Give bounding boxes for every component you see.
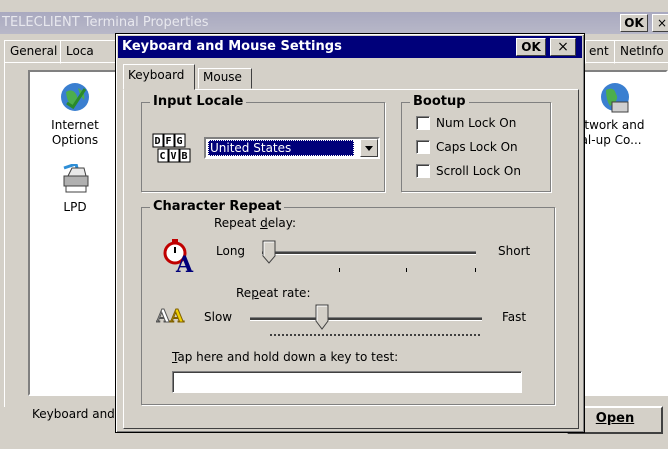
- bootup-label: Bootup: [410, 94, 469, 109]
- svg-text:C: C: [160, 151, 166, 162]
- scroll-lock-checkbox-box[interactable]: [416, 164, 430, 178]
- internet-options-label-2: Options: [51, 133, 99, 147]
- dialog-close-button[interactable]: ×: [550, 38, 576, 56]
- background-window-title: TELECLIENT Terminal Properties: [2, 15, 209, 30]
- repeat-rate-track[interactable]: [250, 317, 482, 321]
- svg-text:A: A: [169, 306, 185, 326]
- num-lock-label: Num Lock On: [436, 116, 517, 130]
- delay-tick: [406, 268, 407, 272]
- repeat-rate-label-post: eat rate:: [258, 286, 311, 300]
- test-label-rest: ap here and hold down a key to test:: [177, 350, 399, 364]
- repeat-delay-label: Repeat delay:: [214, 216, 296, 230]
- caps-lock-checkbox[interactable]: Caps Lock On: [416, 140, 518, 154]
- tab-netinfo[interactable]: NetInfo: [614, 40, 668, 64]
- keyboard-keys-icon: D F G C V B: [152, 133, 191, 163]
- svg-text:G: G: [177, 136, 183, 147]
- lpd-item[interactable]: LPD: [50, 164, 100, 215]
- network-globe-icon: [601, 83, 629, 113]
- svg-text:A: A: [156, 306, 171, 326]
- background-titlebar[interactable]: TELECLIENT Terminal Properties: [0, 12, 668, 34]
- test-field-label: Tap here and hold down a key to test:: [172, 350, 398, 364]
- character-repeat-label: Character Repeat: [150, 199, 285, 214]
- num-lock-checkbox[interactable]: Num Lock On: [416, 116, 516, 130]
- tab-mouse[interactable]: Mouse: [198, 68, 252, 89]
- background-status-text: Keyboard and: [32, 407, 115, 421]
- printer-icon: [63, 164, 89, 193]
- svg-text:V: V: [171, 151, 177, 162]
- scroll-lock-checkbox[interactable]: Scroll Lock On: [416, 164, 521, 178]
- font-aa-icon: A A: [156, 306, 186, 327]
- tab-keyboard[interactable]: Keyboard: [123, 64, 195, 90]
- caps-lock-checkbox-box[interactable]: [416, 140, 430, 154]
- open-button-label: Open: [595, 411, 635, 426]
- repeat-delay-label-pre: Repeat: [214, 216, 261, 230]
- delay-tick: [339, 268, 340, 272]
- repeat-rate-label-u: p: [251, 286, 259, 300]
- repeat-rate-max-label: Fast: [502, 310, 527, 324]
- tab-general[interactable]: General: [4, 40, 64, 64]
- internet-options-label-1: Internet: [51, 118, 99, 132]
- dialog-titlebar[interactable]: Keyboard and Mouse Settings OK ×: [118, 36, 582, 58]
- input-locale-group: Input Locale D F G C V B United States: [141, 94, 385, 192]
- repeat-delay-slider-thumb[interactable]: [262, 240, 276, 264]
- tab-local[interactable]: Loca: [60, 40, 120, 64]
- character-repeat-group: Character Repeat A Repeat delay: Long Sh…: [141, 199, 555, 405]
- lpd-label: LPD: [63, 200, 87, 214]
- input-locale-value: United States: [208, 140, 354, 156]
- internet-options-icon: [61, 83, 89, 111]
- repeat-rate-label: Repeat rate:: [236, 286, 311, 300]
- stopwatch-icon: A: [163, 239, 194, 274]
- repeat-rate-ticks: [270, 334, 480, 336]
- num-lock-checkbox-box[interactable]: [416, 116, 430, 130]
- svg-text:D: D: [155, 136, 161, 147]
- bootup-group: Bootup Num Lock On Caps Lock On Scroll L…: [401, 94, 551, 192]
- repeat-rate-min-label: Slow: [204, 310, 233, 324]
- repeat-delay-track[interactable]: [262, 251, 476, 255]
- svg-text:F: F: [166, 136, 172, 147]
- keyboard-mouse-dialog: Keyboard and Mouse Settings OK × Keyboar…: [115, 33, 585, 433]
- dialog-title: Keyboard and Mouse Settings: [122, 39, 342, 54]
- svg-text:B: B: [182, 151, 188, 162]
- keyboard-tab-panel: Input Locale D F G C V B United States B…: [123, 89, 579, 429]
- internet-options-item[interactable]: Internet Options: [40, 80, 110, 148]
- tab-client[interactable]: ent: [585, 40, 615, 64]
- chevron-down-icon[interactable]: [360, 139, 378, 157]
- repeat-delay-max-label: Short: [498, 244, 531, 258]
- scroll-lock-label: Scroll Lock On: [436, 164, 521, 178]
- input-locale-dropdown[interactable]: United States: [204, 137, 380, 159]
- background-ok-button[interactable]: OK: [620, 14, 648, 32]
- delay-tick: [475, 268, 476, 272]
- caps-lock-label: Caps Lock On: [436, 140, 518, 154]
- repeat-test-input[interactable]: [172, 371, 522, 393]
- repeat-delay-min-label: Long: [216, 244, 246, 258]
- repeat-delay-label-u: d: [260, 216, 268, 230]
- dialog-ok-button[interactable]: OK: [516, 38, 546, 56]
- background-close-button[interactable]: ×: [652, 14, 668, 32]
- repeat-rate-slider-thumb[interactable]: [315, 304, 329, 330]
- input-locale-label: Input Locale: [150, 94, 247, 109]
- repeat-rate-label-pre: Re: [236, 286, 252, 300]
- repeat-delay-label-post: elay:: [267, 216, 297, 230]
- svg-text:A: A: [175, 252, 194, 274]
